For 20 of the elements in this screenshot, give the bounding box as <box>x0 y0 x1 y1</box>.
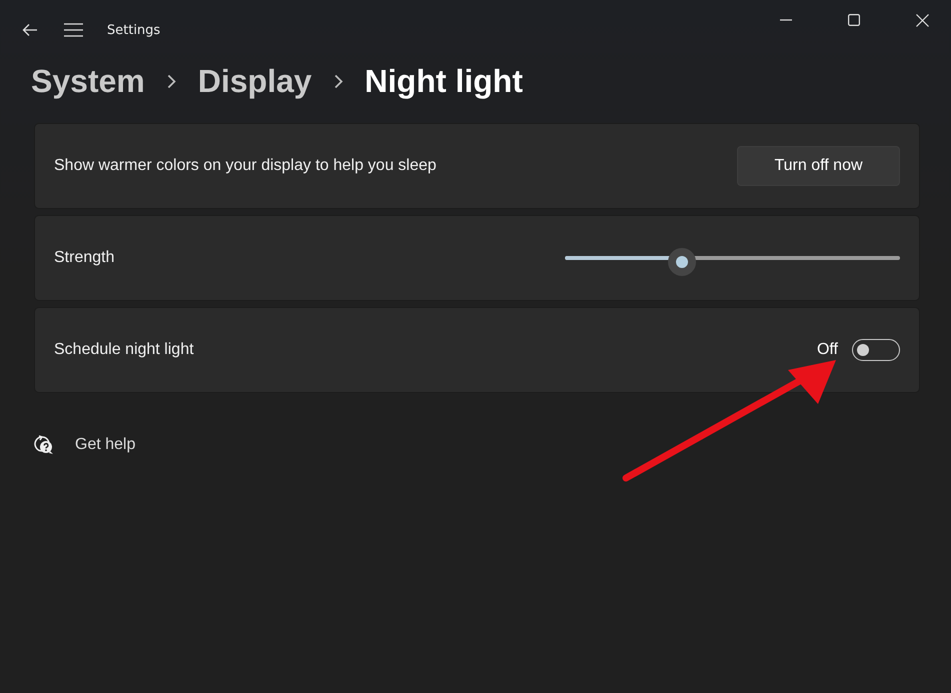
setting-label: Schedule night light <box>54 341 194 359</box>
window-title: Settings <box>107 22 160 38</box>
slider-thumb[interactable] <box>668 248 696 276</box>
help-icon[interactable] <box>33 435 55 455</box>
menu-icon[interactable] <box>64 23 83 37</box>
chevron-icon <box>166 74 176 88</box>
turn-off-button[interactable]: Turn off now <box>737 146 900 186</box>
breadcrumb-link[interactable]: System <box>31 62 145 100</box>
toggle-switch[interactable] <box>852 339 900 361</box>
breadcrumb-link[interactable]: Display <box>198 62 312 100</box>
page-title: Night light <box>364 62 523 100</box>
setting-label: Show warmer colors on your display to help you sleep <box>54 157 436 175</box>
toggle-state: Off <box>816 341 838 359</box>
maximize-icon[interactable] <box>848 14 860 26</box>
chevron-icon <box>334 74 343 88</box>
close-icon[interactable] <box>916 14 929 26</box>
get-help-link[interactable]: Get help <box>75 436 136 454</box>
setting-label: Strength <box>54 249 114 267</box>
back-icon[interactable] <box>22 23 38 37</box>
minimize-icon[interactable] <box>780 19 792 21</box>
